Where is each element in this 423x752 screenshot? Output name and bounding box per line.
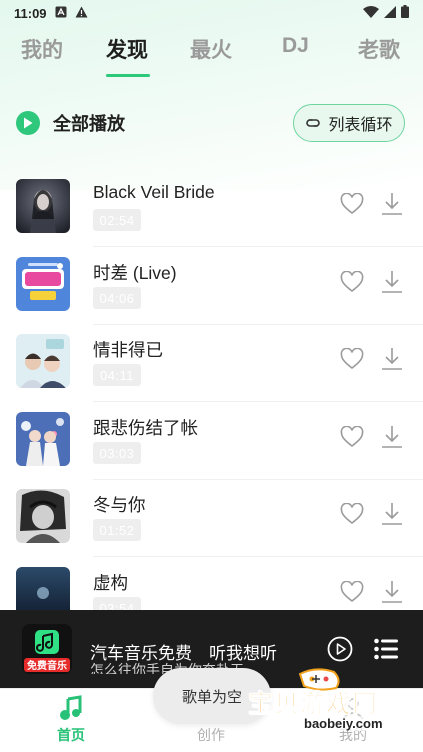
tab-mine[interactable]: 我的 — [21, 34, 63, 64]
tab-dj[interactable]: DJ — [282, 34, 309, 58]
row-divider — [93, 401, 423, 402]
song-cover-image — [16, 489, 70, 543]
song-title: 冬与你 — [93, 495, 146, 515]
favorite-heart-icon[interactable] — [340, 347, 364, 375]
song-duration: 03:03 — [93, 442, 141, 464]
song-row[interactable]: 时差 (Live) 04:06 — [0, 257, 423, 335]
tab-discover[interactable]: 发现 — [106, 34, 148, 64]
play-circle-icon — [16, 111, 40, 135]
song-cover-image — [16, 257, 70, 311]
favorite-heart-icon[interactable] — [340, 502, 364, 530]
watermark-text: 宝贝游戏网 — [248, 690, 379, 719]
favorite-heart-icon[interactable] — [340, 580, 364, 608]
song-title: 跟悲伤结了帐 — [93, 418, 198, 438]
song-row[interactable]: 跟悲伤结了帐 03:03 — [0, 412, 423, 490]
active-tab-indicator — [106, 74, 150, 77]
nav-home-label: 首页 — [57, 727, 85, 743]
download-icon[interactable] — [381, 502, 403, 531]
notification-a-icon — [55, 6, 67, 21]
song-row[interactable]: Black Veil Bride 02:54 — [0, 179, 423, 257]
repeat-icon — [306, 119, 321, 127]
song-row[interactable]: 冬与你 01:52 — [0, 489, 423, 567]
playlist-icon[interactable] — [374, 638, 398, 665]
tab-hottest[interactable]: 最火 — [190, 34, 232, 64]
music-note-icon — [60, 695, 82, 720]
app-badge-text: 免费音乐 — [27, 659, 67, 672]
loop-mode-label: 列表循环 — [328, 117, 393, 134]
header-gradient — [0, 0, 423, 190]
download-icon[interactable] — [381, 192, 403, 221]
play-all-button[interactable]: 全部播放 — [16, 110, 125, 136]
download-icon[interactable] — [381, 425, 403, 454]
download-icon[interactable] — [381, 347, 403, 376]
song-duration: 02:54 — [93, 209, 141, 231]
row-divider — [93, 556, 423, 557]
watermark-url: baobeiy.com — [300, 716, 387, 731]
play-all-label: 全部播放 — [53, 114, 125, 134]
song-cover-image — [16, 412, 70, 466]
song-row[interactable]: 情非得已 04:11 — [0, 334, 423, 412]
song-duration: 04:06 — [93, 287, 141, 309]
warning-icon — [75, 6, 88, 21]
player-play-icon[interactable] — [327, 636, 353, 667]
song-title: Black Veil Bride — [93, 182, 215, 202]
song-cover-image — [16, 179, 70, 233]
download-icon[interactable] — [381, 270, 403, 299]
song-title: 时差 (Live) — [93, 263, 177, 283]
song-duration: 04:11 — [93, 364, 141, 386]
tab-oldies[interactable]: 老歌 — [358, 34, 400, 64]
row-divider — [93, 324, 423, 325]
song-cover-image — [16, 334, 70, 388]
favorite-heart-icon[interactable] — [340, 425, 364, 453]
loop-mode-button[interactable]: 列表循环 — [293, 104, 405, 142]
favorite-heart-icon[interactable] — [340, 270, 364, 298]
row-divider — [93, 479, 423, 480]
battery-icon — [401, 5, 409, 21]
song-title: 情非得已 — [93, 340, 163, 360]
status-time: 11:09 — [14, 5, 47, 21]
nav-home[interactable]: 首页 — [36, 695, 106, 745]
download-icon[interactable] — [381, 580, 403, 609]
cell-signal-icon — [384, 5, 396, 21]
song-title: 虚构 — [93, 573, 128, 593]
top-tabs: 我的 发现 最火 DJ 老歌 — [0, 34, 423, 82]
status-bar: 11:09 — [0, 0, 423, 26]
song-duration: 01:52 — [93, 519, 141, 541]
nav-create-label: 创作 — [197, 727, 225, 743]
wifi-icon — [363, 5, 379, 21]
row-divider — [93, 246, 423, 247]
player-app-logo: 免费音乐 — [22, 624, 72, 674]
favorite-heart-icon[interactable] — [340, 192, 364, 220]
